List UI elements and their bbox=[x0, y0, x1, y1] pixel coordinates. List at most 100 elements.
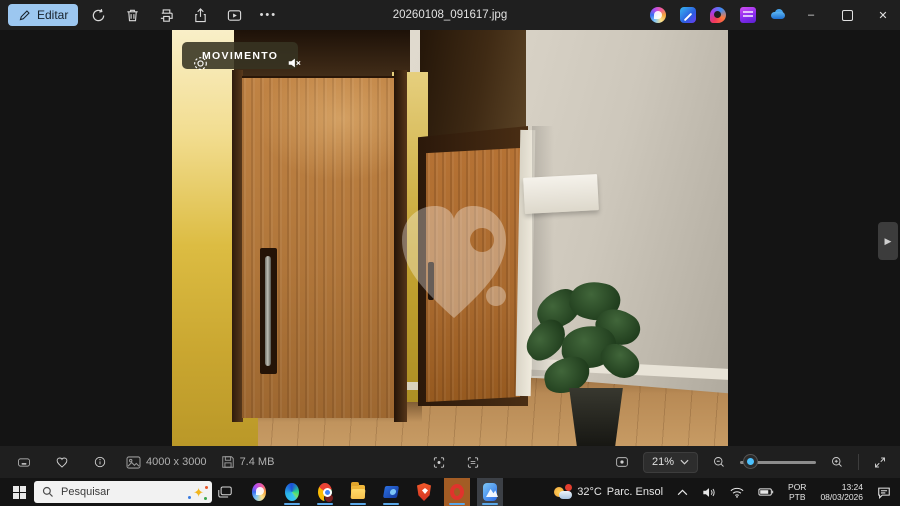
taskbar-photos-button[interactable] bbox=[477, 478, 503, 506]
photo-image[interactable]: MOVIMENTO bbox=[172, 30, 728, 446]
file-size: 7.4 MB bbox=[221, 455, 275, 469]
start-button[interactable] bbox=[6, 480, 32, 504]
photo-door-handle bbox=[265, 256, 271, 366]
zoom-in-button[interactable] bbox=[825, 450, 849, 474]
edit-button-label: Editar bbox=[37, 8, 68, 22]
close-button[interactable]: ✕ bbox=[866, 0, 900, 30]
zoom-level-value: 21% bbox=[652, 456, 674, 468]
notification-center-button[interactable] bbox=[874, 484, 894, 501]
viewer-canvas: MOVIMENTO ▶ bbox=[0, 30, 900, 446]
image-icon bbox=[126, 456, 141, 469]
copilot-icon bbox=[650, 7, 666, 23]
speaker-icon bbox=[702, 486, 716, 499]
language-code: POR bbox=[788, 482, 806, 492]
photos-app-icon bbox=[483, 483, 497, 501]
designer-icon bbox=[680, 7, 696, 23]
image-dimensions-value: 4000 x 3000 bbox=[146, 456, 207, 468]
battery-button[interactable] bbox=[755, 485, 777, 499]
taskbar-edge-button[interactable] bbox=[279, 478, 305, 506]
keyboard-layout-code: PTB bbox=[789, 492, 806, 502]
statusbar-right: 21% bbox=[610, 450, 892, 474]
zoom-slider[interactable] bbox=[740, 452, 816, 472]
image-dimensions: 4000 x 3000 bbox=[126, 456, 207, 469]
designer-button[interactable] bbox=[674, 3, 702, 27]
text-actions-button[interactable] bbox=[461, 450, 485, 474]
info-button[interactable] bbox=[88, 450, 112, 474]
volume-button[interactable] bbox=[699, 484, 719, 501]
file-explorer-folder-icon bbox=[351, 485, 365, 499]
taskbar-brave-button[interactable] bbox=[411, 478, 437, 506]
share-button[interactable] bbox=[186, 3, 214, 27]
clock-widget[interactable]: 13:24 08/03/2026 bbox=[817, 480, 866, 504]
next-arrow-icon: ▶ bbox=[885, 236, 892, 247]
taskbar-opera-button[interactable] bbox=[444, 478, 470, 506]
search-highlights-sparkle-icon: ✦ bbox=[193, 486, 204, 499]
favorite-button[interactable] bbox=[50, 450, 74, 474]
visual-search-button[interactable] bbox=[427, 450, 451, 474]
chevron-up-icon bbox=[677, 489, 688, 496]
onedrive-cloud-icon bbox=[770, 7, 786, 23]
rotate-icon bbox=[91, 8, 106, 23]
task-view-button[interactable] bbox=[212, 480, 238, 504]
filmstrip-toggle-button[interactable] bbox=[12, 450, 36, 474]
slideshow-button[interactable] bbox=[220, 3, 248, 27]
edit-pencil-icon bbox=[18, 9, 31, 22]
statusbar-left: 4000 x 3000 7.4 MB bbox=[12, 450, 274, 474]
tray-time: 13:24 bbox=[842, 482, 863, 492]
copilot-icon bbox=[252, 483, 266, 501]
motion-badge-label: MOVIMENTO bbox=[202, 50, 278, 62]
edge-icon bbox=[285, 483, 299, 501]
weather-widget[interactable]: 32°C Parc. Ensol bbox=[551, 482, 666, 502]
toolbar: Editar bbox=[0, 3, 282, 27]
chevron-down-icon bbox=[680, 459, 689, 465]
divider bbox=[858, 454, 859, 470]
taskbar-apps bbox=[246, 478, 503, 506]
more-options-button[interactable]: ••• bbox=[254, 3, 282, 27]
delete-button[interactable] bbox=[118, 3, 146, 27]
network-button[interactable] bbox=[727, 485, 747, 500]
clipchamp-button[interactable] bbox=[734, 3, 762, 27]
taskbar-copilot-button[interactable] bbox=[246, 478, 272, 506]
weather-temperature: 32°C bbox=[577, 486, 602, 498]
chrome-icon bbox=[318, 483, 332, 501]
onedrive-button[interactable] bbox=[764, 3, 792, 27]
print-button[interactable] bbox=[152, 3, 180, 27]
zoom-slider-thumb[interactable] bbox=[744, 455, 757, 468]
plant-pot bbox=[564, 388, 628, 446]
search-icon bbox=[42, 486, 54, 498]
maximize-icon bbox=[842, 10, 853, 21]
statusbar-center bbox=[427, 450, 485, 474]
search-placeholder: Pesquisar bbox=[61, 486, 110, 498]
tray-overflow-button[interactable] bbox=[674, 487, 691, 498]
close-icon: ✕ bbox=[878, 9, 887, 22]
minimize-button[interactable]: – bbox=[794, 0, 828, 30]
statusbar: 4000 x 3000 7.4 MB 21% bbox=[0, 446, 900, 478]
paint-edit-button[interactable] bbox=[704, 3, 732, 27]
fit-to-window-button[interactable] bbox=[610, 450, 634, 474]
titlebar: 20260108_091617.jpg Editar bbox=[0, 0, 900, 30]
fullscreen-button[interactable] bbox=[868, 450, 892, 474]
ellipsis-icon: ••• bbox=[260, 9, 278, 21]
file-size-value: 7.4 MB bbox=[240, 456, 275, 468]
taskbar-search-box[interactable]: Pesquisar ✦ bbox=[34, 481, 212, 503]
blue-app-icon bbox=[383, 486, 399, 498]
rotate-button[interactable] bbox=[84, 3, 112, 27]
copilot-titlebar-button[interactable] bbox=[644, 3, 672, 27]
photos-app-window: 20260108_091617.jpg Editar bbox=[0, 0, 900, 506]
taskbar-file-explorer-button[interactable] bbox=[345, 478, 371, 506]
zoom-out-button[interactable] bbox=[707, 450, 731, 474]
next-image-button[interactable]: ▶ bbox=[878, 222, 898, 260]
paint-icon bbox=[710, 7, 726, 23]
notification-bubble-icon bbox=[877, 486, 891, 499]
trash-icon bbox=[125, 8, 140, 23]
maximize-button[interactable] bbox=[830, 0, 864, 30]
taskbar-blue-app-button[interactable] bbox=[378, 478, 404, 506]
language-indicator[interactable]: POR PTB bbox=[785, 480, 809, 504]
taskbar-chrome-button[interactable] bbox=[312, 478, 338, 506]
save-disk-icon bbox=[221, 455, 235, 469]
zoom-level-dropdown[interactable]: 21% bbox=[643, 452, 698, 473]
system-tray: 32°C Parc. Ensol POR PTB bbox=[551, 480, 900, 504]
edit-button[interactable]: Editar bbox=[8, 4, 78, 26]
battery-icon bbox=[758, 487, 774, 497]
clipchamp-icon bbox=[740, 7, 756, 23]
